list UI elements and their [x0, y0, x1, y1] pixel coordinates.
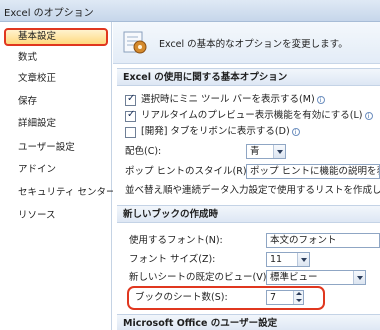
color-scheme-value: 青 [250, 146, 260, 157]
color-scheme-label: 配色(C): [125, 146, 162, 157]
mini-toolbar-label: 選択時にミニ ツール バーを表示する(M) [141, 94, 315, 105]
sheet-count-value: 7 [270, 292, 277, 303]
info-icon: i [316, 95, 325, 104]
sidebar-item-customize[interactable]: ユーザー設定 [4, 139, 108, 157]
sidebar-item-resources[interactable]: リソース [4, 207, 108, 225]
font-value: 本文のフォント [270, 235, 337, 246]
info-icon: i [364, 111, 373, 120]
chevron-down-icon [353, 271, 365, 284]
sheet-count-spinner[interactable]: 7 [266, 290, 304, 305]
sidebar-item-advanced[interactable]: 詳細設定 [4, 115, 108, 133]
font-size-label: フォント サイズ(Z): [129, 254, 216, 265]
sidebar-item-formulas[interactable]: 数式 [4, 49, 108, 67]
window-title: Excel のオプション [4, 8, 94, 19]
panel-header-text: Excel の基本的なオプションを変更します。 [159, 39, 348, 50]
sidebar-item-addins[interactable]: アドイン [4, 161, 108, 179]
tooltip-style-select[interactable]: ポップ ヒントに機能の説明を表示す [246, 164, 380, 179]
sort-list-text: 並べ替え順や連続データ入力設定で使用するリストを作成します [125, 185, 380, 196]
mini-toolbar-checkbox[interactable] [125, 93, 136, 106]
spinner-down-icon[interactable] [294, 297, 303, 303]
spinner-buttons[interactable] [293, 291, 303, 304]
title-bar: Excel のオプション [0, 0, 380, 22]
default-view-value: 標準ビュー [270, 272, 318, 283]
options-gear-icon [123, 31, 147, 54]
developer-tab-checkbox[interactable] [125, 127, 136, 138]
default-view-label: 新しいシートの既定のビュー(V): [129, 272, 270, 283]
mini-toolbar-option: 選択時にミニ ツール バーを表示する(M) i [141, 93, 325, 107]
panel-header: Excel の基本的なオプションを変更します。 [113, 22, 380, 64]
developer-tab-label: [開発] タブをリボンに表示する(D) [141, 126, 290, 137]
sheet-count-label: ブックのシート数(S): [135, 292, 228, 303]
section-user-settings: Microsoft Office のユーザー設定 [117, 314, 380, 330]
chevron-down-icon [273, 145, 285, 158]
color-scheme-select[interactable]: 青 [246, 144, 286, 159]
sidebar-item-trust-center[interactable]: セキュリティ センター [4, 184, 115, 202]
sidebar-item-basic[interactable]: 基本設定 [4, 28, 108, 46]
live-preview-option: リアルタイムのプレビュー表示機能を有効にする(L) i [141, 109, 373, 123]
font-label: 使用するフォント(N): [129, 235, 223, 246]
info-icon: i [291, 127, 300, 136]
font-size-value: 11 [270, 254, 283, 265]
font-size-select[interactable]: 11 [266, 252, 310, 267]
default-view-select[interactable]: 標準ビュー [266, 270, 366, 285]
sidebar: 基本設定 数式 文章校正 保存 詳細設定 ユーザー設定 アドイン セキュリティ … [0, 22, 115, 330]
tooltip-style-label: ポップ ヒントのスタイル(R): [125, 166, 250, 177]
tooltip-style-value: ポップ ヒントに機能の説明を表示す [250, 166, 379, 177]
live-preview-checkbox[interactable] [125, 109, 136, 122]
sidebar-item-save[interactable]: 保存 [4, 93, 108, 111]
developer-tab-option: [開発] タブをリボンに表示する(D) i [141, 125, 300, 139]
live-preview-label: リアルタイムのプレビュー表示機能を有効にする(L) [141, 110, 363, 121]
chevron-down-icon [297, 253, 309, 266]
font-select[interactable]: 本文のフォント [266, 233, 380, 248]
section-new-book: 新しいブックの作成時 [117, 205, 380, 223]
section-basic-options: Excel の使用に関する基本オプション [117, 68, 380, 86]
sidebar-item-proofing[interactable]: 文章校正 [4, 70, 108, 88]
main-panel: Excel の基本的なオプションを変更します。 Excel の使用に関する基本オ… [113, 22, 380, 330]
